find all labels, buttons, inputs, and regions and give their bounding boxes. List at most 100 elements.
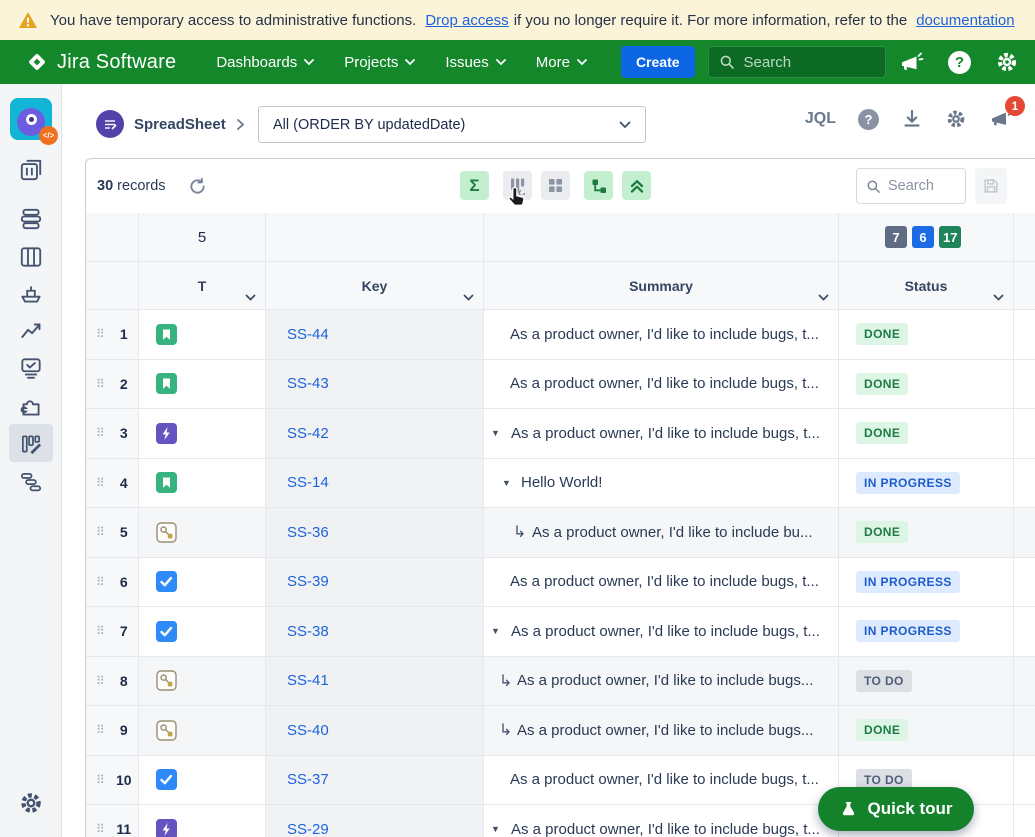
spreadsheet-app-icon[interactable] xyxy=(96,110,124,138)
menu-dashboards[interactable]: Dashboards xyxy=(216,54,315,71)
issue-type-cell[interactable] xyxy=(139,508,266,557)
menu-projects[interactable]: Projects xyxy=(344,54,416,71)
quick-tour-button[interactable]: Quick tour xyxy=(818,787,974,831)
issue-key-cell[interactable]: SS-36 xyxy=(266,508,484,557)
expand-marker[interactable]: ↳ xyxy=(499,657,512,706)
issue-key-cell[interactable]: SS-40 xyxy=(266,706,484,755)
chevron-down-icon[interactable] xyxy=(818,294,829,302)
summary-cell[interactable]: ↳ As a product owner, I'd like to includ… xyxy=(484,656,839,706)
drag-handle-icon[interactable]: ⠿ xyxy=(96,724,105,736)
issue-key-link[interactable]: SS-36 xyxy=(287,524,329,541)
breadcrumb-app-name[interactable]: SpreadSheet xyxy=(134,116,226,133)
row-gutter-cell[interactable]: ⠿ 1 xyxy=(86,310,139,359)
help-icon[interactable]: ? xyxy=(858,108,879,130)
column-header-key[interactable]: Key xyxy=(266,262,484,309)
row-gutter-cell[interactable]: ⠿ 6 xyxy=(86,557,139,606)
sidebar-item-timeline[interactable] xyxy=(18,469,44,495)
column-header-summary[interactable]: Summary xyxy=(484,262,839,309)
sidebar-item-reports[interactable] xyxy=(18,318,44,344)
drag-handle-icon[interactable]: ⠿ xyxy=(96,477,105,489)
drag-handle-icon[interactable]: ⠿ xyxy=(96,625,105,637)
summary-cell[interactable]: ↳ As a product owner, I'd like to includ… xyxy=(484,508,839,557)
expand-marker[interactable]: ▼ xyxy=(491,805,500,837)
expand-marker[interactable]: ▼ xyxy=(502,459,511,508)
issue-type-cell[interactable] xyxy=(139,458,266,507)
issue-key-link[interactable]: SS-38 xyxy=(287,623,329,640)
issue-key-cell[interactable]: SS-37 xyxy=(266,755,484,804)
summary-cell[interactable]: ▼ As a product owner, I'd like to includ… xyxy=(484,607,839,656)
issue-key-cell[interactable]: SS-14 xyxy=(266,458,484,507)
announcement-icon[interactable] xyxy=(898,50,924,74)
announcement-icon[interactable]: 1 xyxy=(989,96,1025,130)
summary-cell[interactable]: As a product owner, I'd like to include … xyxy=(484,310,839,359)
sidebar-item-issues-done[interactable] xyxy=(18,355,44,381)
issue-type-cell[interactable] xyxy=(139,557,266,606)
card-view-button[interactable] xyxy=(541,171,570,200)
status-cell[interactable]: DONE xyxy=(839,706,1014,755)
row-gutter-cell[interactable]: ⠿ 9 xyxy=(86,706,139,755)
collapse-all-button[interactable] xyxy=(622,171,651,200)
download-icon[interactable] xyxy=(901,108,923,130)
chevron-down-icon[interactable] xyxy=(993,294,1004,302)
issue-key-cell[interactable]: SS-41 xyxy=(266,656,484,705)
issue-key-cell[interactable]: SS-38 xyxy=(266,607,484,656)
grid-search-input[interactable]: Search xyxy=(856,168,966,204)
issue-key-link[interactable]: SS-39 xyxy=(287,573,329,590)
sidebar-settings-gear-icon[interactable] xyxy=(18,790,44,816)
issue-key-cell[interactable]: SS-39 xyxy=(266,557,484,606)
chevron-down-icon[interactable] xyxy=(463,294,474,302)
expand-marker[interactable]: ↳ xyxy=(499,706,512,755)
summary-cell[interactable]: ▼ As a product owner, I'd like to includ… xyxy=(484,409,839,458)
issue-type-cell[interactable] xyxy=(139,359,266,408)
status-cell[interactable]: DONE xyxy=(839,508,1014,557)
issue-key-cell[interactable]: SS-42 xyxy=(266,409,484,458)
issue-type-cell[interactable] xyxy=(139,409,266,458)
summary-cell[interactable]: ▼ Hello World! xyxy=(484,458,839,508)
summary-cell[interactable]: As a product owner, I'd like to include … xyxy=(484,755,839,804)
issue-key-link[interactable]: SS-41 xyxy=(287,672,329,689)
menu-more[interactable]: More xyxy=(536,54,587,71)
issue-type-cell[interactable] xyxy=(139,755,266,804)
issue-key-cell[interactable]: SS-29 xyxy=(266,805,484,837)
settings-gear-icon[interactable] xyxy=(995,50,1019,74)
row-gutter-cell[interactable]: ⠿ 10 xyxy=(86,755,139,804)
row-gutter-cell[interactable]: ⠿ 5 xyxy=(86,508,139,557)
sidebar-item-releases[interactable] xyxy=(18,281,44,307)
row-gutter-cell[interactable]: ⠿ 2 xyxy=(86,359,139,408)
sidebar-item-boards[interactable] xyxy=(18,157,44,183)
issue-key-link[interactable]: SS-40 xyxy=(287,722,329,739)
drag-handle-icon[interactable]: ⠿ xyxy=(96,427,105,439)
drag-handle-icon[interactable]: ⠿ xyxy=(96,774,105,786)
save-button[interactable] xyxy=(975,168,1007,204)
help-icon[interactable]: ? xyxy=(948,50,971,74)
documentation-link[interactable]: documentation xyxy=(916,12,1014,29)
chevron-down-icon[interactable] xyxy=(245,294,256,302)
drag-handle-icon[interactable]: ⠿ xyxy=(96,526,105,538)
summary-cell[interactable]: As a product owner, I'd like to include … xyxy=(484,359,839,408)
global-search-input[interactable]: Search xyxy=(707,46,886,78)
issue-type-cell[interactable] xyxy=(139,656,266,705)
status-cell[interactable]: IN PROGRESS xyxy=(839,607,1014,656)
column-visibility-button[interactable] xyxy=(503,171,532,200)
column-header-type[interactable]: T xyxy=(139,262,266,309)
issue-key-link[interactable]: SS-29 xyxy=(287,821,329,837)
column-header-status[interactable]: Status xyxy=(839,262,1014,309)
project-avatar[interactable]: </> xyxy=(10,98,58,145)
row-gutter-cell[interactable]: ⠿ 3 xyxy=(86,409,139,458)
sidebar-item-add-ons[interactable] xyxy=(18,394,44,420)
status-cell[interactable]: TO DO xyxy=(839,656,1014,705)
issue-type-cell[interactable] xyxy=(139,607,266,656)
create-button[interactable]: Create xyxy=(620,46,695,78)
issue-type-cell[interactable] xyxy=(139,310,266,359)
issue-type-cell[interactable] xyxy=(139,706,266,755)
menu-issues[interactable]: Issues xyxy=(445,54,506,71)
jql-button[interactable]: JQL xyxy=(805,110,836,128)
refresh-icon[interactable] xyxy=(188,177,207,196)
expand-marker[interactable]: ▼ xyxy=(491,409,500,458)
filter-dropdown[interactable]: All (ORDER BY updatedDate) xyxy=(258,106,646,143)
sidebar-item-active-board[interactable] xyxy=(18,244,44,270)
issue-key-link[interactable]: SS-14 xyxy=(287,474,329,491)
summary-cell[interactable]: ▼ As a product owner, I'd like to includ… xyxy=(484,805,839,837)
issue-type-cell[interactable] xyxy=(139,805,266,837)
sum-toggle-button[interactable]: Σ xyxy=(460,171,489,200)
